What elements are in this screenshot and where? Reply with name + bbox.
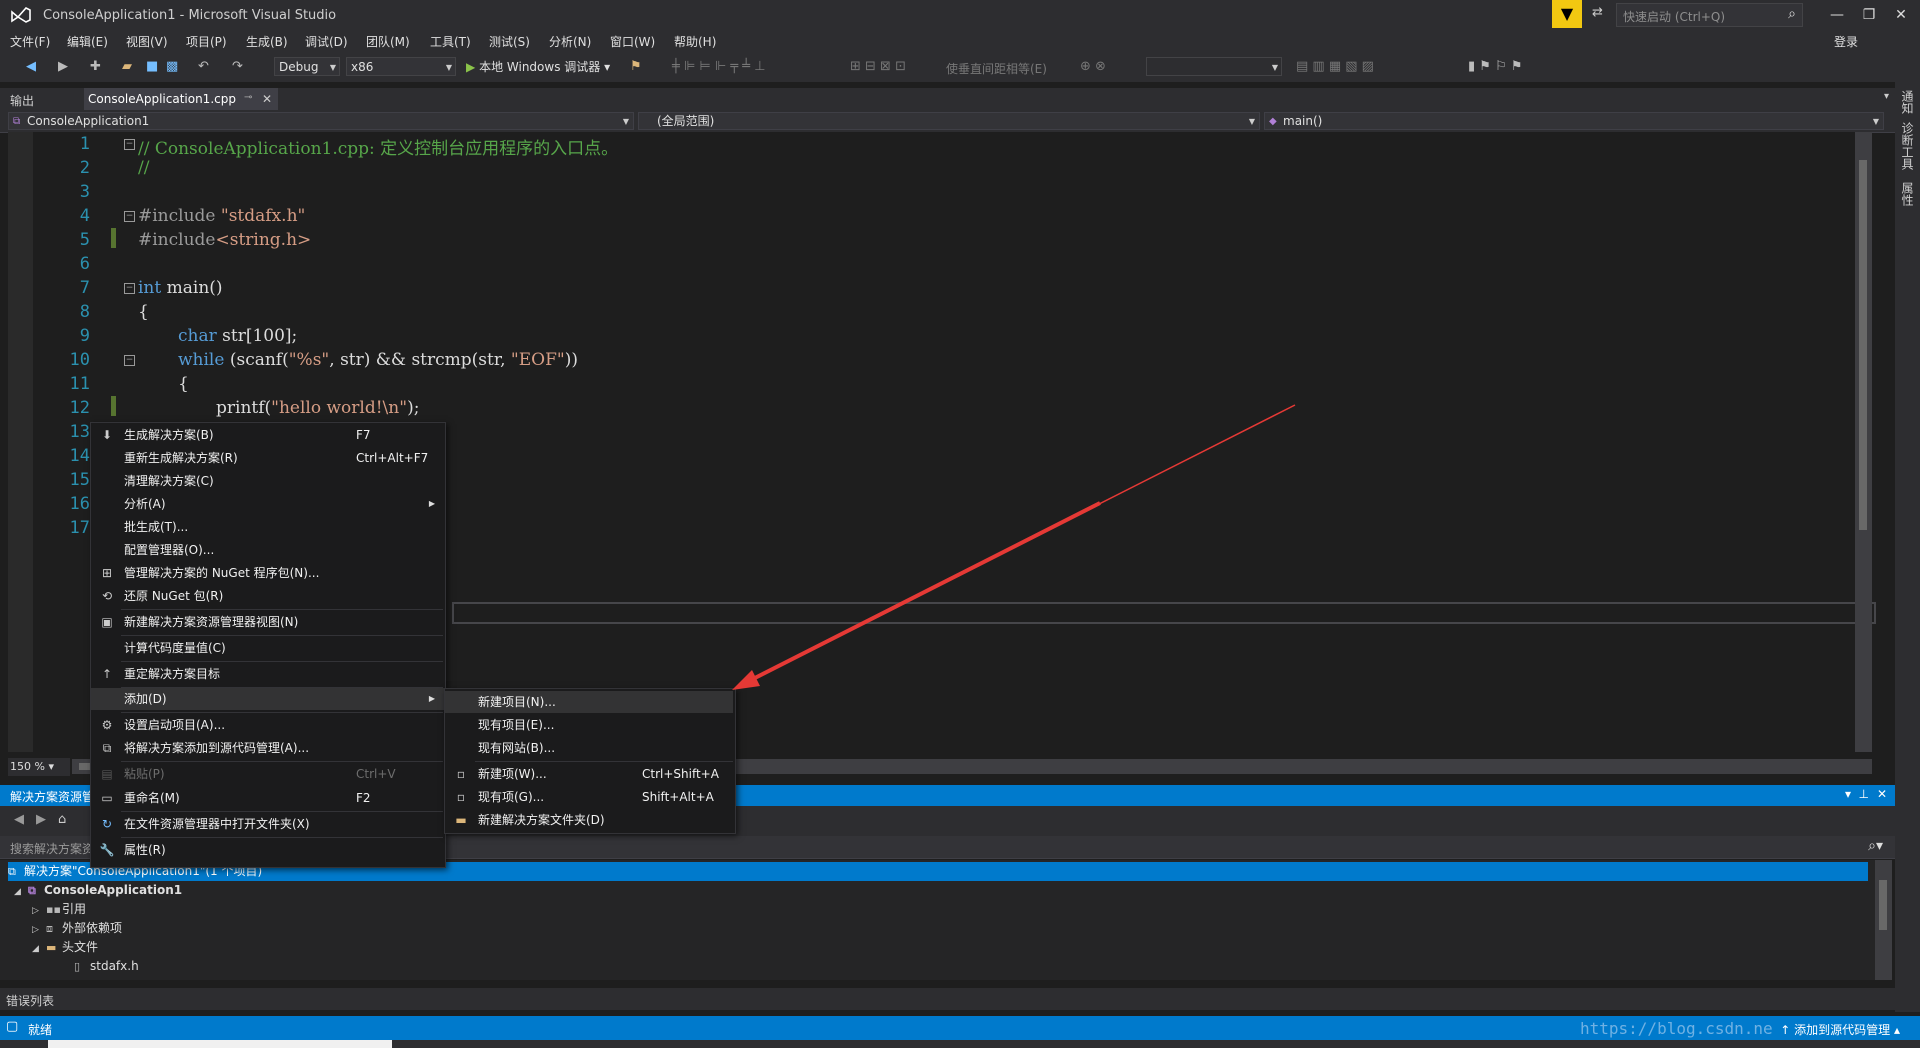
annotation-arrow bbox=[732, 404, 1296, 690]
